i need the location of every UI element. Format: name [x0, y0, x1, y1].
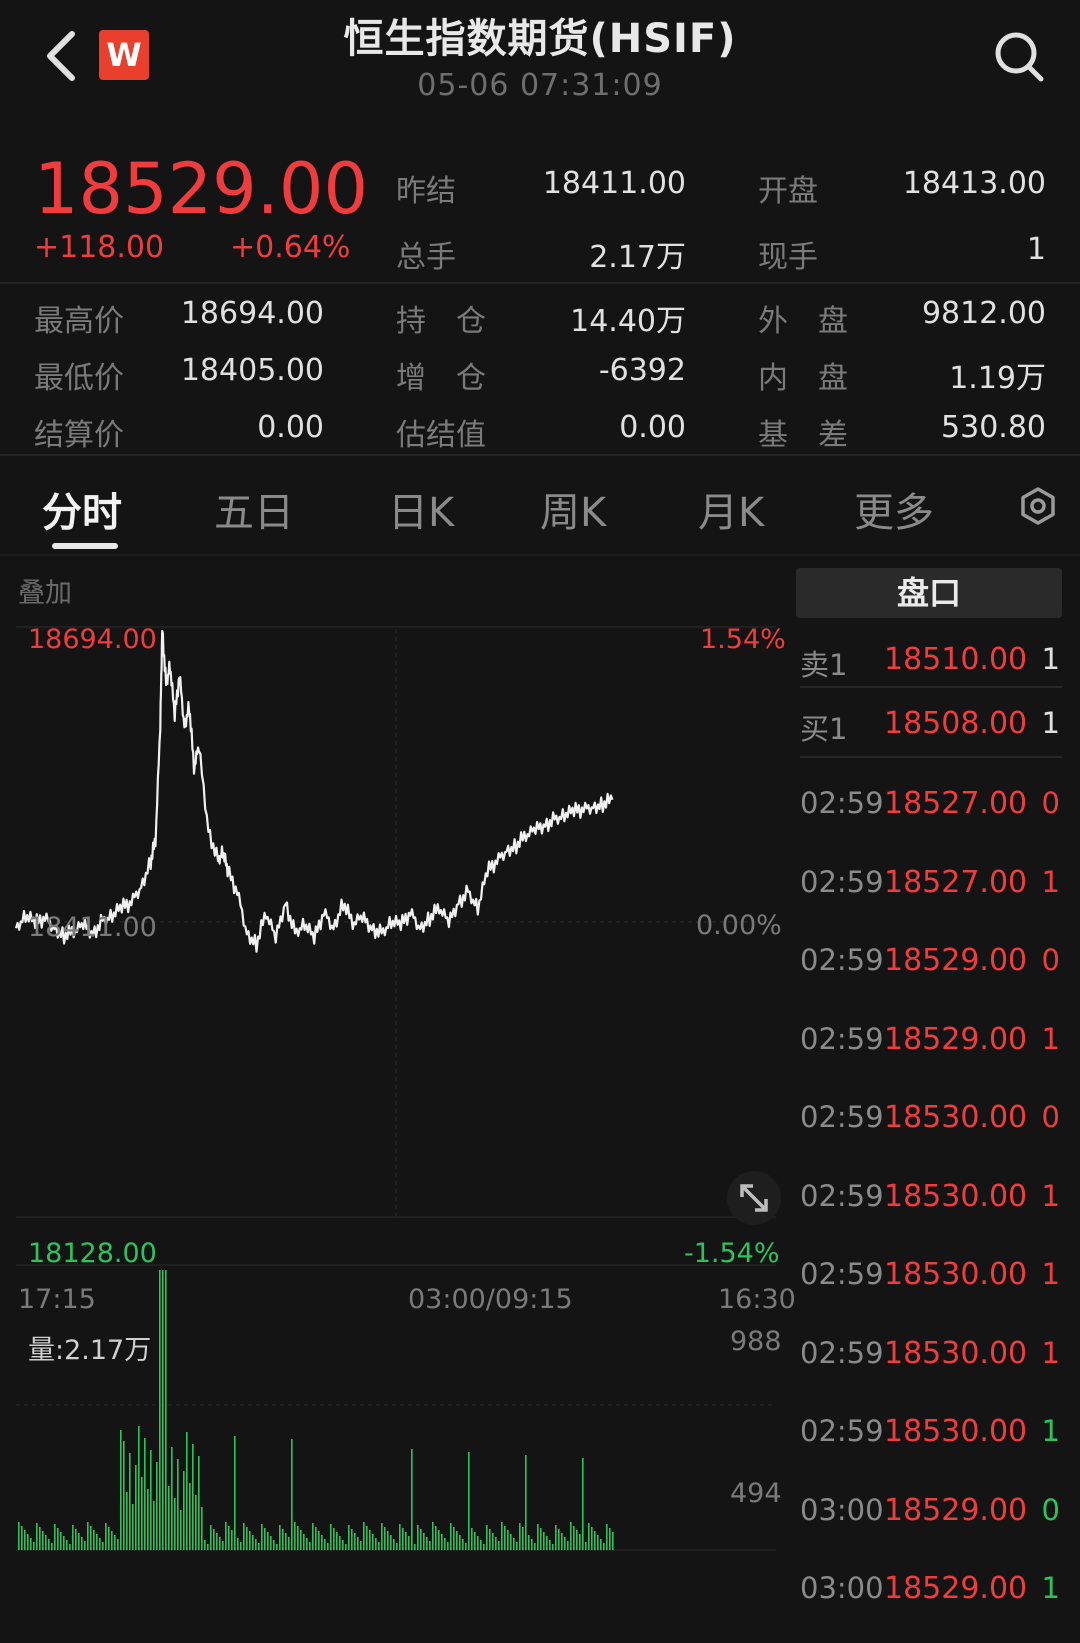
tick-qty: 1 [1041, 1021, 1060, 1056]
tick-time: 03:00 [800, 1492, 884, 1527]
tick-qty: 0 [1041, 943, 1060, 977]
tick-qty: 0 [1041, 1100, 1060, 1134]
tick-time: 02:59 [800, 786, 884, 820]
trade-tick-row: 02:59 18529.00 1 [800, 1022, 1062, 1062]
tick-price: 18529.00 [884, 1571, 1028, 1606]
tick-time: 02:59 [800, 1335, 884, 1370]
trade-tick-row: 03:00 18529.00 0 [800, 1493, 1062, 1533]
tick-time: 02:59 [800, 1414, 884, 1448]
tick-time: 02:59 [800, 1021, 884, 1056]
tick-qty: 1 [1041, 1335, 1060, 1370]
tick-qty: 1 [1041, 864, 1060, 899]
tick-price: 18529.00 [884, 1492, 1028, 1528]
tick-price: 18530.00 [884, 1178, 1028, 1214]
trade-tick-row: 03:00 18529.00 1 [800, 1571, 1062, 1611]
tick-price: 18530.00 [884, 1335, 1028, 1371]
tick-qty: 1 [1041, 1257, 1060, 1291]
tick-price: 18530.00 [884, 1100, 1028, 1135]
tick-price: 18527.00 [884, 786, 1028, 821]
trade-tick-row: 02:59 18530.00 0 [800, 1100, 1062, 1140]
tick-time: 02:59 [800, 1100, 884, 1134]
trade-tick-row: 02:59 18529.00 0 [800, 943, 1062, 983]
trade-tick-row: 02:59 18530.00 1 [800, 1179, 1062, 1219]
tick-qty: 1 [1041, 1178, 1060, 1213]
tick-qty: 0 [1041, 786, 1060, 820]
tick-price: 18529.00 [884, 1021, 1028, 1057]
tick-qty: 1 [1041, 1414, 1060, 1448]
tick-price: 18529.00 [884, 943, 1028, 978]
trade-tick-row: 02:59 18530.00 1 [800, 1336, 1062, 1376]
tick-time: 02:59 [800, 1257, 884, 1291]
trade-tick-row: 02:59 18527.00 1 [800, 865, 1062, 905]
trade-tick-row: 02:59 18530.00 1 [800, 1257, 1062, 1297]
tick-price: 18527.00 [884, 864, 1028, 900]
tick-price: 18530.00 [884, 1414, 1028, 1449]
tick-time: 02:59 [800, 864, 884, 899]
tick-time: 02:59 [800, 943, 884, 977]
tick-qty: 0 [1041, 1492, 1060, 1527]
tick-time: 03:00 [800, 1571, 884, 1605]
trade-tick-row: 02:59 18527.00 0 [800, 786, 1062, 826]
tick-time: 02:59 [800, 1178, 884, 1213]
trade-tick-row: 02:59 18530.00 1 [800, 1414, 1062, 1454]
tick-qty: 1 [1041, 1571, 1060, 1605]
tick-price: 18530.00 [884, 1257, 1028, 1292]
trade-ticks-list[interactable]: 02:59 18527.00 0 02:59 18527.00 1 02:59 18529.0… [0, 0, 1080, 1643]
